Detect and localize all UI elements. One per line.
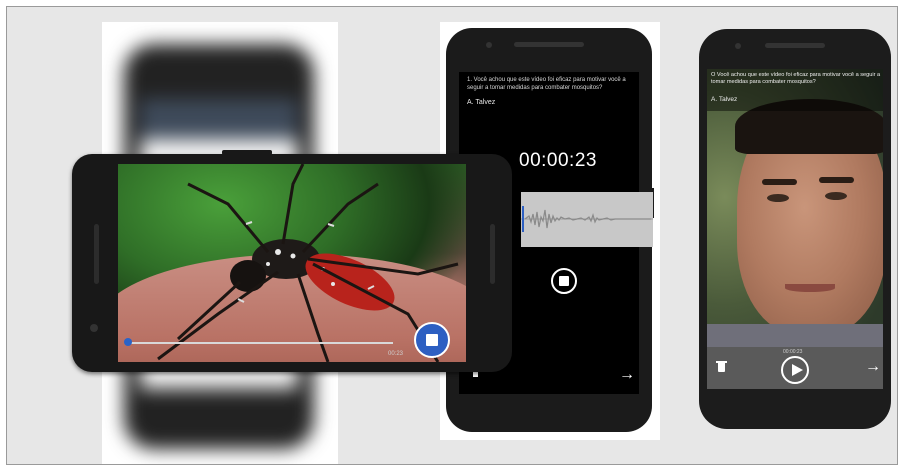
next-arrow-icon[interactable]: → — [865, 358, 881, 376]
trash-icon[interactable] — [718, 363, 725, 372]
left-eyebrow — [762, 179, 797, 185]
stop-recording-button[interactable] — [414, 322, 450, 358]
selected-answer: A. Talvez — [711, 96, 738, 103]
playback-time: 00:00:23 — [783, 349, 803, 355]
mouth — [785, 284, 835, 292]
recording-timer: 00:00:23 — [519, 150, 597, 171]
selected-answer: A. Talvez — [467, 99, 496, 106]
play-button[interactable] — [781, 356, 809, 384]
earpiece-speaker — [765, 43, 825, 48]
front-camera — [90, 324, 98, 332]
video-recorder-phone-landscape: 00:23 — [72, 150, 512, 372]
stop-icon — [559, 276, 569, 286]
left-speaker — [94, 224, 99, 284]
earpiece-speaker — [514, 42, 584, 47]
right-speaker — [490, 224, 495, 284]
video-progress-handle[interactable] — [124, 338, 132, 346]
stop-recording-button[interactable] — [551, 268, 577, 294]
video-playback-screen: O Você achou que este vídeo foi eficaz p… — [707, 69, 883, 389]
right-eye — [825, 192, 847, 200]
audio-waveform[interactable] — [521, 192, 653, 247]
next-arrow-icon[interactable]: → — [619, 366, 635, 384]
right-eyebrow — [819, 177, 854, 183]
stop-icon — [426, 334, 438, 346]
collage-panel: 1. Você achou que este vídeo foi eficaz … — [6, 6, 898, 465]
left-eye — [767, 194, 789, 202]
question-overlay: O Você achou que este vídeo foi eficaz p… — [707, 69, 883, 111]
survey-question: O Você achou que este vídeo foi eficaz p… — [711, 72, 881, 85]
mosquito-image — [157, 164, 459, 362]
play-icon — [792, 364, 803, 376]
blurred-phone-toolbar — [140, 99, 298, 139]
front-camera — [486, 42, 492, 48]
survey-question: 1. Você achou que este vídeo foi eficaz … — [467, 77, 626, 91]
video-playback-phone: O Você achou que este vídeo foi eficaz p… — [699, 29, 891, 429]
playback-controls-bar: 00:00:23 → — [707, 347, 883, 389]
elapsed-time: 00:23 — [388, 351, 404, 357]
video-progress-track[interactable] — [128, 342, 393, 344]
front-camera — [735, 43, 741, 49]
video-recorder-screen: 00:23 — [118, 164, 466, 362]
power-button — [222, 150, 272, 155]
